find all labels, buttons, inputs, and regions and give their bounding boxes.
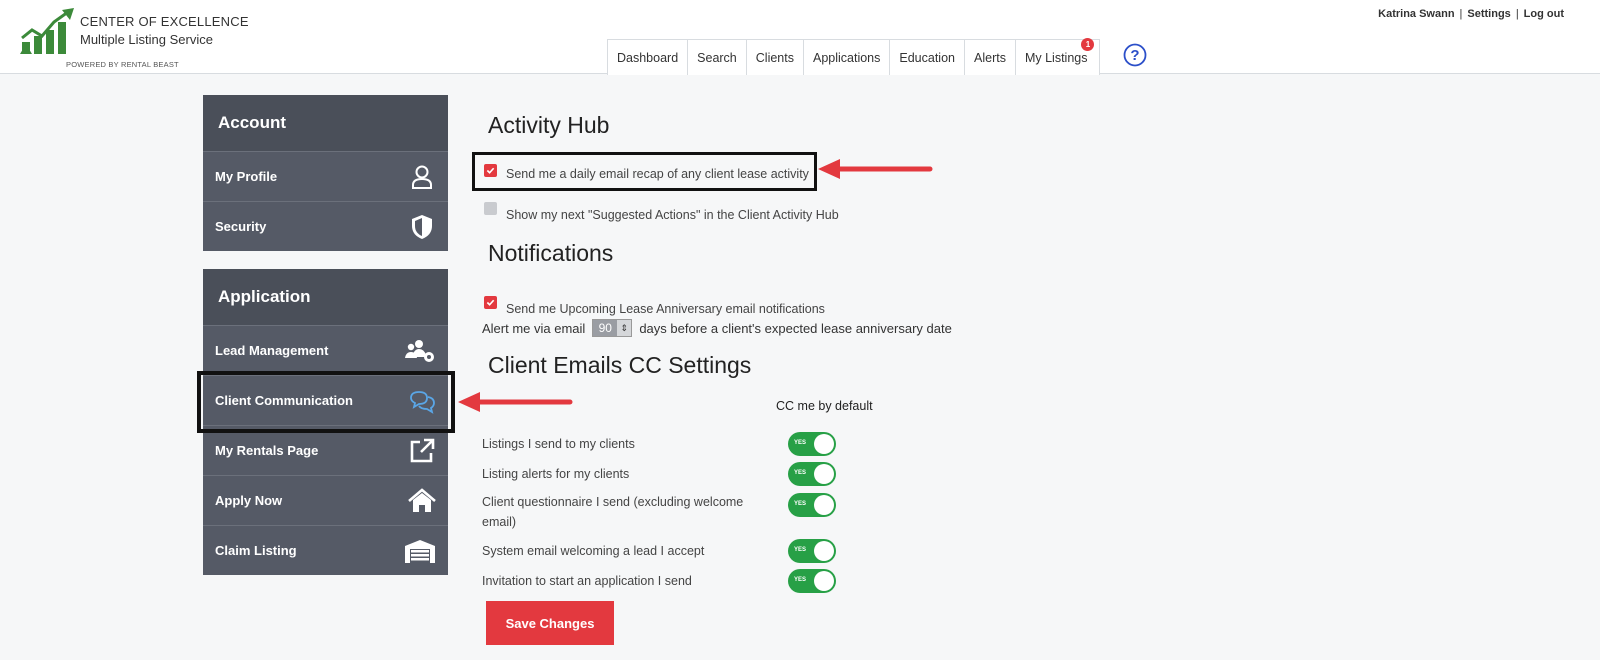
tab-label: Dashboard: [617, 50, 679, 65]
logout-link[interactable]: Log out: [1524, 8, 1564, 20]
toggle-text: YES: [794, 440, 807, 446]
lease-anniversary-checkbox[interactable]: [484, 295, 497, 309]
notifications-title: Notifications: [488, 240, 614, 266]
daily-recap-checkbox[interactable]: [484, 164, 497, 177]
cc-toggle-welcome-email[interactable]: YES: [788, 539, 836, 563]
cc-column-header: CC me by default: [776, 399, 873, 413]
tab-label: Clients: [755, 50, 794, 65]
user-icon: [412, 165, 432, 189]
tab-education[interactable]: Education: [889, 39, 965, 75]
suggested-actions-label: Show my next "Suggested Actions" in the …: [506, 208, 839, 222]
toggle-text: YES: [794, 547, 807, 553]
brand-line2: Multiple Listing Service: [80, 32, 213, 47]
red-arrow-icon: [458, 392, 573, 412]
sidebar-item-claim-listing[interactable]: Claim Listing: [203, 525, 448, 575]
alert-days-input[interactable]: [593, 320, 618, 336]
sidebar-item-security[interactable]: Security: [203, 201, 448, 251]
tab-label: Search: [697, 50, 737, 65]
external-link-icon: [410, 438, 435, 463]
tab-label: Alerts: [974, 50, 1006, 65]
brand-powered: POWERED BY RENTAL BEAST: [66, 60, 179, 69]
toggle-knob: [814, 571, 834, 591]
sidebar-account: Account My Profile Security: [203, 95, 448, 251]
sidebar-item-label: Claim Listing: [215, 543, 297, 558]
tab-label: My Listings: [1024, 50, 1088, 65]
home-icon: [408, 488, 436, 512]
cc-settings-title: Client Emails CC Settings: [488, 352, 752, 378]
tab-label: Education: [899, 50, 955, 65]
suggested-actions-option[interactable]: Show my next "Suggested Actions" in the …: [484, 194, 839, 222]
sidebar-title-account: Account: [203, 95, 448, 151]
settings-link[interactable]: Settings: [1467, 8, 1510, 20]
sidebar-item-apply-now[interactable]: Apply Now: [203, 475, 448, 525]
tab-applications[interactable]: Applications: [802, 39, 891, 75]
tab-search[interactable]: Search: [687, 39, 747, 75]
brand-line1: CENTER OF EXCELLENCE: [80, 14, 249, 29]
activity-hub-title: Activity Hub: [488, 112, 610, 138]
toggle-knob: [814, 434, 834, 454]
alert-prefix: Alert me via email: [482, 320, 586, 336]
top-header: CENTER OF EXCELLENCE Multiple Listing Se…: [0, 0, 1600, 75]
user-name[interactable]: Katrina Swann: [1378, 8, 1454, 20]
toggle-knob: [814, 495, 834, 515]
shield-icon: [412, 215, 432, 239]
check-icon: [486, 299, 495, 306]
cc-toggle-listing-alerts[interactable]: YES: [788, 462, 836, 486]
sidebar-item-label: Lead Management: [215, 343, 329, 358]
main-nav: Dashboard Search Clients Applications Ed…: [607, 38, 1101, 75]
toggle-text: YES: [794, 501, 807, 507]
cc-toggle-listings[interactable]: YES: [788, 432, 836, 456]
tab-dashboard[interactable]: Dashboard: [607, 39, 689, 75]
cc-row-label: System email welcoming a lead I accept: [482, 544, 705, 558]
question-circle-icon[interactable]: ?: [1123, 43, 1147, 67]
toggle-knob: [814, 464, 834, 484]
sidebar-item-label: My Profile: [215, 169, 278, 184]
tab-my-listings[interactable]: My Listings 1: [1014, 38, 1101, 75]
toggle-text: YES: [794, 470, 807, 476]
daily-recap-option[interactable]: Send me a daily email recap of any clien…: [484, 160, 809, 181]
suggested-actions-checkbox[interactable]: [484, 201, 497, 215]
sidebar-item-label: Apply Now: [215, 493, 283, 508]
warehouse-icon: [405, 540, 435, 563]
lease-anniversary-option[interactable]: Send me Upcoming Lease Anniversary email…: [484, 288, 825, 316]
lease-anniversary-label: Send me Upcoming Lease Anniversary email…: [506, 302, 825, 316]
cc-row-label: Client questionnaire I send (excluding w…: [482, 495, 744, 529]
toggle-knob: [814, 541, 834, 561]
bar-chart-logo-icon: [20, 8, 74, 54]
sidebar-item-label: Security: [215, 219, 267, 234]
svg-text:?: ?: [1130, 47, 1139, 64]
sidebar-item-lead-management[interactable]: Lead Management: [203, 325, 448, 375]
brand-logo[interactable]: CENTER OF EXCELLENCE Multiple Listing Se…: [18, 8, 249, 70]
tab-alerts[interactable]: Alerts: [964, 39, 1016, 75]
separator: |: [1515, 8, 1519, 20]
cc-row-label: Listings I send to my clients: [482, 437, 635, 451]
cc-toggle-invitation[interactable]: YES: [788, 569, 836, 593]
tab-clients[interactable]: Clients: [745, 39, 804, 75]
users-gear-icon: [405, 340, 434, 362]
check-icon: [486, 167, 495, 174]
alert-suffix: days before a client's expected lease an…: [639, 320, 952, 336]
tab-label: Applications: [812, 50, 881, 65]
cc-row-label: Listing alerts for my clients: [482, 467, 630, 481]
sidebar-item-label: My Rentals Page: [215, 443, 319, 458]
save-changes-button[interactable]: Save Changes: [486, 601, 614, 645]
red-arrow-icon: [818, 159, 933, 179]
alert-days-row: Alert me via email ⇕ days before a clien…: [482, 319, 952, 337]
user-links: Katrina Swann | Settings | Log out: [1378, 8, 1564, 20]
alert-days-stepper[interactable]: ⇕: [592, 319, 633, 337]
spinner-arrows-icon[interactable]: ⇕: [617, 320, 632, 336]
sidebar-title-application: Application: [203, 269, 448, 325]
cc-row-label: Invitation to start an application I sen…: [482, 574, 692, 588]
sidebar-item-my-profile[interactable]: My Profile: [203, 151, 448, 201]
separator: |: [1459, 8, 1463, 20]
toggle-text: YES: [794, 577, 807, 583]
daily-recap-label: Send me a daily email recap of any clien…: [506, 167, 809, 181]
notification-badge: 1: [1081, 38, 1095, 51]
cc-toggle-questionnaire[interactable]: YES: [788, 493, 836, 517]
highlight-box-client-communication: [197, 371, 455, 433]
